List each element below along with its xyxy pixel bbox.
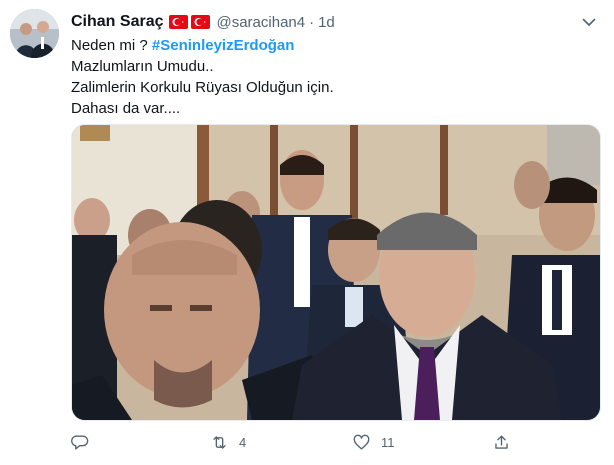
share-button[interactable] bbox=[492, 432, 511, 452]
retweet-count: 4 bbox=[239, 434, 247, 450]
tweet-text: Neden mi ? #SeninleyizErdoğan Mazlumları… bbox=[71, 35, 334, 119]
separator-dot: · bbox=[309, 13, 315, 31]
avatar[interactable] bbox=[10, 9, 59, 58]
tweet-prefix: Neden mi ? bbox=[71, 37, 148, 54]
reply-button[interactable] bbox=[71, 432, 90, 452]
tweet-photo[interactable] bbox=[71, 124, 601, 421]
tweet-line-4: Dahası da var.... bbox=[71, 100, 181, 117]
hashtag-link[interactable]: #SeninleyizErdoğan bbox=[152, 37, 295, 54]
share-icon bbox=[495, 434, 508, 449]
photo-content bbox=[72, 125, 600, 420]
chevron-down-icon bbox=[582, 18, 596, 26]
retweet-icon bbox=[213, 435, 226, 449]
tweet-header: Cihan Saraç @saracihan4 · 1d bbox=[71, 11, 335, 33]
display-name[interactable]: Cihan Saraç bbox=[71, 13, 163, 31]
more-options-button[interactable] bbox=[580, 13, 598, 31]
tweet-line-3: Zalimlerin Korkulu Rüyası Olduğun için. bbox=[71, 79, 334, 96]
like-button[interactable]: 11 bbox=[352, 432, 395, 452]
tweet-line-1: Neden mi ? #SeninleyizErdoğan bbox=[71, 35, 334, 56]
user-handle[interactable]: @saracihan4 bbox=[216, 14, 305, 31]
timestamp[interactable]: 1d bbox=[318, 14, 335, 31]
turkey-flag-icon bbox=[169, 15, 189, 29]
turkey-flag-icon bbox=[191, 15, 211, 29]
reply-icon bbox=[71, 434, 89, 450]
like-count: 11 bbox=[381, 434, 395, 450]
tweet-line-2: Mazlumların Umudu.. bbox=[71, 58, 214, 75]
heart-icon bbox=[353, 434, 370, 450]
tweet-card[interactable]: Cihan Saraç @saracihan4 · 1d Neden mi ? … bbox=[0, 0, 614, 465]
tweet-actions: 4 11 bbox=[71, 432, 531, 452]
avatar-photo bbox=[10, 9, 59, 58]
retweet-button[interactable]: 4 bbox=[210, 432, 246, 452]
